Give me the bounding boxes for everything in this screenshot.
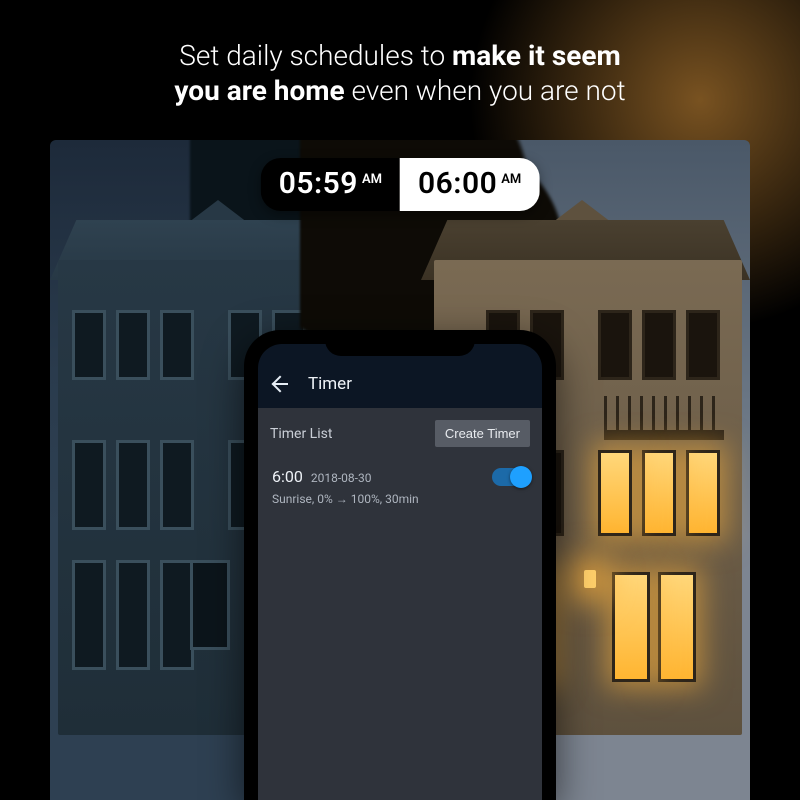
timer-toggle[interactable] xyxy=(492,468,530,486)
time-after: 06:00 AM xyxy=(400,158,539,211)
back-icon[interactable] xyxy=(272,374,292,394)
time-before-value: 05:59 xyxy=(279,166,358,201)
phone-screen: Timer Timer List Create Timer 6:00 2018-… xyxy=(258,344,542,800)
timer-time: 6:00 xyxy=(272,467,303,486)
time-before: 05:59 AM xyxy=(261,158,400,211)
timer-row[interactable]: 6:00 2018-08-30 xyxy=(258,457,542,492)
time-after-ampm: AM xyxy=(501,172,521,187)
time-badge: 05:59 AM 06:00 AM xyxy=(261,158,540,211)
timer-detail: Sunrise, 0% → 100%, 30min xyxy=(258,492,542,520)
time-after-value: 06:00 xyxy=(418,166,497,201)
promo-stage: Set daily schedules to make it seem you … xyxy=(0,0,800,800)
headline-text-3: even when you are not xyxy=(345,74,626,107)
timer-list-header: Timer List Create Timer xyxy=(258,408,542,457)
headline: Set daily schedules to make it seem you … xyxy=(0,38,800,108)
headline-text-1: Set daily schedules to xyxy=(179,39,452,72)
timer-main: 6:00 2018-08-30 xyxy=(272,467,371,486)
time-before-ampm: AM xyxy=(362,172,382,187)
create-timer-button[interactable]: Create Timer xyxy=(435,420,530,447)
headline-bold-1: make it seem xyxy=(452,39,621,72)
app-title: Timer xyxy=(308,374,352,394)
phone-frame: Timer Timer List Create Timer 6:00 2018-… xyxy=(244,330,556,800)
headline-bold-2: you are home xyxy=(174,74,344,107)
timer-list-title: Timer List xyxy=(270,426,332,442)
timer-date: 2018-08-30 xyxy=(311,471,372,485)
phone-notch xyxy=(325,330,475,356)
screen-fill xyxy=(258,520,542,800)
